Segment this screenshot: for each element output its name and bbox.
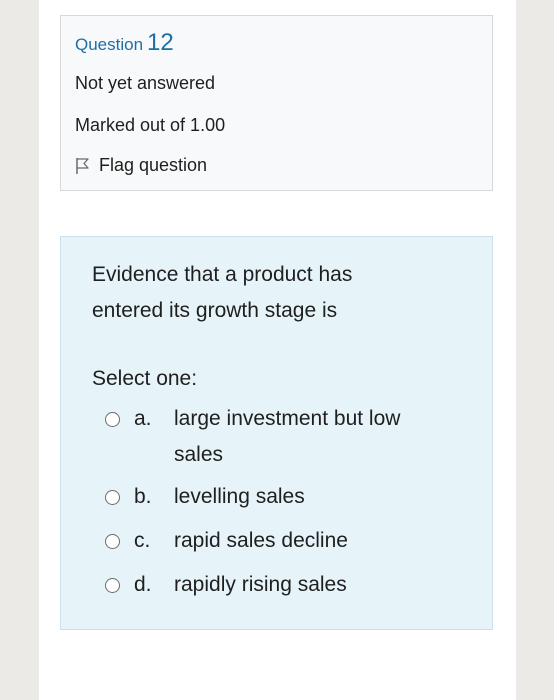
question-label: Question [75, 35, 144, 54]
answer-text: levelling sales [174, 485, 305, 508]
flag-icon [75, 157, 91, 175]
select-prompt: Select one: [92, 367, 198, 390]
question-info-panel: Question 12 Not yet answered Marked out o… [60, 15, 493, 191]
answer-option-b[interactable]: b. levelling sales [105, 479, 449, 515]
flag-question-link[interactable]: Flag question [75, 155, 207, 176]
flag-question-label: Flag question [99, 155, 208, 175]
answer-text: rapid sales decline [174, 529, 348, 552]
answer-letter: d. [134, 573, 152, 596]
answer-letter: a. [134, 407, 152, 430]
answer-option-c[interactable]: c. rapid sales decline [105, 523, 449, 559]
answer-letter: c. [134, 529, 151, 552]
radio-button-icon[interactable] [105, 578, 120, 593]
marks-info: Marked out of 1.00 [75, 115, 226, 135]
question-text: Evidence that a product has entered its … [92, 263, 353, 322]
answer-text: large investment but low sales [174, 407, 401, 466]
answer-letter: b. [134, 485, 152, 508]
answer-text: rapidly rising sales [174, 573, 347, 596]
question-number: 12 [147, 29, 174, 56]
radio-button-icon[interactable] [105, 490, 120, 505]
question-content: Evidence that a product has entered its … [60, 236, 493, 630]
answer-option-d[interactable]: d. rapidly rising sales [105, 567, 449, 603]
question-title: Question 12 [75, 29, 174, 57]
radio-button-icon[interactable] [105, 534, 120, 549]
radio-button-icon[interactable] [105, 412, 120, 427]
answer-option-a[interactable]: a. large investment but low sales [105, 401, 449, 473]
answer-status: Not yet answered [75, 73, 216, 93]
